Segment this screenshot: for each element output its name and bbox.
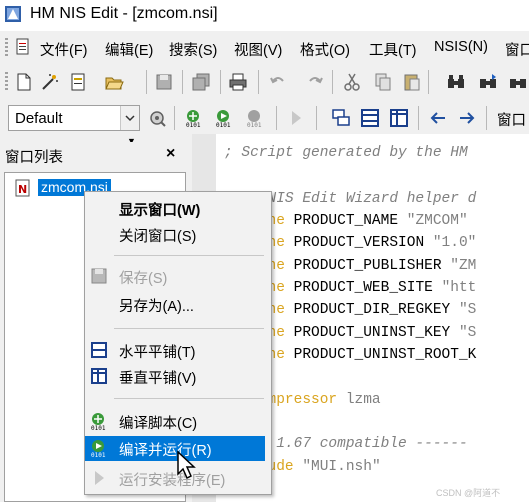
svg-text:N: N [18,183,27,196]
code-identifier: PRODUCT_UNINST_KEY [284,325,459,341]
context-menu-item[interactable]: 显示窗口(W) [85,196,271,220]
undo-icon[interactable] [268,72,288,92]
compile-stop-icon[interactable]: 0101 [245,108,265,128]
context-menu-item[interactable]: 水平平铺(T) [85,338,271,362]
context-menu-item-label: 运行安装程序(E) [119,473,226,489]
tile-vertical-icon[interactable] [389,108,409,128]
document-icon [16,38,29,55]
svg-text:0101: 0101 [91,452,106,457]
profile-combo-value: Default [15,110,63,127]
svg-text:0101: 0101 [91,425,106,430]
code-string: "ZMCOM" [406,213,468,229]
find-icon[interactable] [446,72,466,92]
copy-icon[interactable] [373,72,393,92]
profile-combo-button[interactable] [120,106,139,130]
new-file-icon[interactable] [14,72,34,92]
window-toolbar-label[interactable]: 窗口 [497,109,526,130]
open-folder-icon[interactable] [104,72,124,92]
code-identifier: PRODUCT_WEB_SITE [284,280,442,296]
context-menu-item-label: 另存为(A)... [119,299,194,315]
menu-separator [114,328,264,329]
save-all-icon[interactable] [191,72,211,92]
menu-view[interactable]: 视图(V) [234,39,282,60]
cascade-icon[interactable] [331,108,351,128]
floppy-disk-icon [91,268,107,284]
wizard-icon[interactable] [40,72,60,92]
menu-nsis[interactable]: NSIS(N) [434,39,488,55]
tile-vertical-icon [91,368,107,384]
code-identifier: PRODUCT_DIR_REGKEY [284,302,459,318]
context-menu-item[interactable]: 另存为(A)... [85,292,271,316]
tile-horizontal-icon [91,342,107,358]
menu-file[interactable]: 文件(F) [40,39,88,60]
toolbar-standard: ▼ [0,64,529,146]
code-identifier: PRODUCT_UNINST_ROOT_K [284,347,477,363]
menu-bar: 文件(F) 编辑(E) 搜索(S) 视图(V) 格式(O) 工具(T) NSIS… [0,32,529,62]
menu-separator [114,398,264,399]
paste-icon[interactable] [402,72,422,92]
context-menu-item-label: 保存(S) [119,271,168,287]
code-string: lzma [345,392,381,408]
svg-text:0101: 0101 [247,122,262,128]
compile-icon: 0101 [91,413,106,430]
watermark: CSDN @阿道不 [436,488,501,498]
mouse-cursor-icon [177,450,196,480]
run-arrow-icon [95,471,104,485]
code-string: "S [458,302,477,318]
nsi-file-icon: N [15,179,30,197]
close-icon[interactable]: × [166,145,175,163]
code-string: "ZM [450,258,477,274]
menu-separator [114,255,264,256]
context-menu-item[interactable]: 保存(S) [85,264,271,288]
compile-run-icon[interactable]: 0101 [214,108,234,128]
code-string: "S [458,325,477,341]
context-menu-item-label: 编译脚本(C) [119,416,198,432]
template-icon[interactable] [68,72,88,92]
settings-gear-icon[interactable] [147,108,167,128]
cut-icon[interactable] [342,72,362,92]
code-identifier: PRODUCT_NAME [284,213,407,229]
run-arrow-icon[interactable] [286,108,306,128]
window-list-header: 窗口列表 × [0,142,190,168]
menu-format[interactable]: 格式(O) [300,39,350,60]
next-window-icon[interactable] [457,108,477,128]
tile-horizontal-icon[interactable] [360,108,380,128]
menu-window[interactable]: 窗口 [505,39,529,60]
svg-text:0101: 0101 [216,122,231,128]
menu-search[interactable]: 搜索(S) [169,39,217,60]
window-list-title: 窗口列表 [5,150,63,166]
compile-icon[interactable]: 0101 [184,108,204,128]
code-string: "htt [441,280,477,296]
code-comment: ; Script generated by the HM [224,145,468,161]
context-menu-item[interactable]: 垂直平铺(V) [85,364,271,388]
replace-icon[interactable] [508,72,528,92]
context-menu-item-label: 垂直平铺(V) [119,371,197,387]
print-icon[interactable] [228,72,248,92]
code-identifier: PRODUCT_VERSION [284,235,433,251]
code-identifier [337,392,346,408]
window-title: HM NIS Edit - [zmcom.nsi] [30,5,218,22]
context-menu-item[interactable]: 0101 编译脚本(C) [85,409,271,433]
context-menu-item-label: 关闭窗口(S) [119,229,197,245]
code-string: "MUI.nsh" [302,459,381,475]
profile-combo[interactable]: Default [8,105,140,131]
previous-window-icon[interactable] [428,108,448,128]
context-menu-item[interactable]: 关闭窗口(S) [85,222,271,246]
toolbar-nsis: Default 0101 0101 0101 窗口 [0,101,529,134]
context-menu-item-label: 水平平铺(T) [119,345,196,361]
menu-edit[interactable]: 编辑(E) [105,39,153,60]
compile-run-icon: 0101 [91,440,106,457]
code-line: ; Script generated by the HM [224,145,468,161]
save-icon[interactable] [154,72,174,92]
app-icon [5,6,21,22]
code-identifier: PRODUCT_PUBLISHER [284,258,451,274]
chevron-down-icon [125,115,135,122]
context-menu-item-label: 显示窗口(W) [119,203,201,219]
svg-text:0101: 0101 [186,122,201,128]
find-next-icon[interactable] [478,72,498,92]
code-string: "1.0" [432,235,477,251]
redo-icon[interactable] [305,72,325,92]
menu-tools[interactable]: 工具(T) [369,39,417,60]
